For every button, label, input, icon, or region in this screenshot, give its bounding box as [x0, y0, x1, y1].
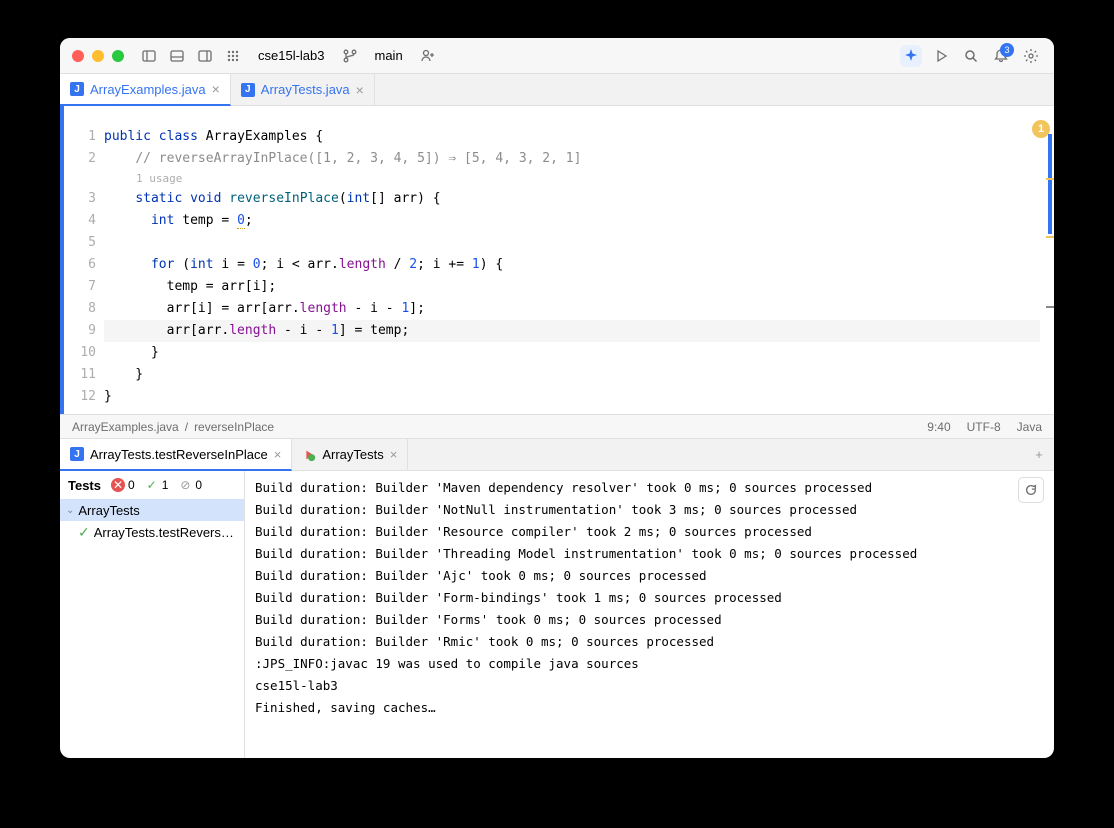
console-line: Build duration: Builder 'Threading Model… [255, 543, 1044, 565]
statusbar: ArrayExamples.java / reverseInPlace 9:40… [60, 414, 1054, 438]
breadcrumb[interactable]: ArrayExamples.java / reverseInPlace [72, 420, 274, 434]
editor-tab[interactable]: JArrayTests.java× [231, 74, 375, 105]
branch-name[interactable]: main [375, 48, 403, 63]
code-line[interactable] [104, 232, 1040, 254]
console-line: Build duration: Builder 'Rmic' took 0 ms… [255, 631, 1044, 653]
code-line[interactable]: } [104, 342, 1040, 364]
cursor-position[interactable]: 9:40 [927, 420, 950, 434]
editor[interactable]: 12 3456789101112 public class ArrayExamp… [60, 106, 1054, 414]
warning-marker[interactable] [1046, 178, 1054, 180]
code-area[interactable]: public class ArrayExamples { // reverseA… [104, 106, 1040, 414]
console-line: Finished, saving caches… [255, 697, 1044, 719]
file-encoding[interactable]: UTF-8 [967, 420, 1001, 434]
close-tab-icon[interactable]: × [356, 82, 364, 98]
tests-header: Tests ✕0 ✓1 ⊘0 [60, 471, 244, 499]
code-line[interactable]: static void reverseInPlace(int[] arr) { [104, 188, 1040, 210]
test-suite-node[interactable]: ⌄ ArrayTests [60, 499, 244, 521]
run-tab[interactable]: JArrayTests.testReverseInPlace× [60, 439, 292, 471]
console-line: cse15l-lab3 [255, 675, 1044, 697]
console-line: Build duration: Builder 'Resource compil… [255, 521, 1044, 543]
code-line[interactable]: for (int i = 0; i < arr.length / 2; i +=… [104, 254, 1040, 276]
panel-right-icon[interactable] [194, 45, 216, 67]
console-line: Build duration: Builder 'NotNull instrum… [255, 499, 1044, 521]
check-icon: ✓ [78, 524, 90, 541]
notification-count: 3 [1000, 43, 1014, 57]
close-window-button[interactable] [72, 50, 84, 62]
run-config-icon [302, 448, 316, 462]
error-stripe: 1 [1040, 106, 1054, 414]
panel-bottom-icon[interactable] [166, 45, 188, 67]
ignored-count[interactable]: ⊘0 [178, 478, 202, 492]
code-line[interactable]: arr[arr.length - i - 1] = temp; [104, 320, 1040, 342]
close-tab-icon[interactable]: × [390, 447, 398, 462]
code-line[interactable]: public class ArrayExamples { [104, 126, 1040, 148]
branch-icon[interactable] [339, 45, 361, 67]
close-tab-icon[interactable]: × [212, 81, 220, 97]
run-tabs: JArrayTests.testReverseInPlace×ArrayTest… [60, 439, 1054, 471]
maximize-window-button[interactable] [112, 50, 124, 62]
minimize-window-button[interactable] [92, 50, 104, 62]
passed-count[interactable]: ✓1 [145, 478, 169, 492]
editor-tabs: JArrayExamples.java×JArrayTests.java× [60, 74, 1054, 106]
notifications-icon[interactable]: 3 [990, 45, 1012, 67]
code-line[interactable]: int temp = 0; [104, 210, 1040, 232]
titlebar: cse15l-lab3 main 3 [60, 38, 1054, 74]
toolbar-right: 3 [900, 45, 1042, 67]
project-name[interactable]: cse15l-lab3 [258, 48, 325, 63]
failed-count[interactable]: ✕0 [111, 478, 135, 492]
code-line[interactable]: } [104, 386, 1040, 408]
test-case-node[interactable]: ✓ ArrayTests.testReverseInPlace [60, 521, 244, 543]
window-controls [72, 50, 124, 62]
close-tab-icon[interactable]: × [274, 447, 282, 462]
code-line[interactable]: arr[i] = arr[arr.length - i - 1]; [104, 298, 1040, 320]
java-file-icon: J [70, 447, 84, 461]
console-line: :JPS_INFO:javac 19 was used to compile j… [255, 653, 1044, 675]
java-file-icon: J [70, 82, 84, 96]
console-line: Build duration: Builder 'Ajc' took 0 ms;… [255, 565, 1044, 587]
ide-window: cse15l-lab3 main 3 JArrayExamples.java×J… [60, 38, 1054, 758]
caret-marker [1046, 306, 1054, 308]
warning-marker[interactable] [1046, 236, 1054, 238]
code-line[interactable]: // reverseArrayInPlace([1, 2, 3, 4, 5]) … [104, 148, 1040, 170]
apps-icon[interactable] [222, 45, 244, 67]
search-icon[interactable] [960, 45, 982, 67]
console-line: Build duration: Builder 'Form-bindings' … [255, 587, 1044, 609]
console-output[interactable]: Build duration: Builder 'Maven dependenc… [245, 471, 1054, 758]
java-file-icon: J [241, 83, 255, 97]
run-tab[interactable]: ArrayTests× [292, 439, 408, 470]
test-tree: Tests ✕0 ✓1 ⊘0 ⌄ ArrayTests ✓ ArrayTests… [60, 471, 245, 758]
line-numbers: 12 3456789101112 [64, 106, 104, 414]
code-line[interactable]: temp = arr[i]; [104, 276, 1040, 298]
file-language[interactable]: Java [1017, 420, 1042, 434]
settings-icon[interactable] [1020, 45, 1042, 67]
run-icon[interactable] [930, 45, 952, 67]
ai-assistant-icon[interactable] [900, 45, 922, 67]
toolbar-left-icons [138, 45, 244, 67]
add-user-icon[interactable] [417, 45, 439, 67]
console-line: Build duration: Builder 'Forms' took 0 m… [255, 609, 1044, 631]
code-line[interactable]: } [104, 364, 1040, 386]
editor-tab[interactable]: JArrayExamples.java× [60, 74, 231, 106]
chevron-down-icon: ⌄ [66, 505, 74, 516]
panel-left-icon[interactable] [138, 45, 160, 67]
add-tab-button[interactable]: + [1024, 439, 1054, 470]
run-panel: JArrayTests.testReverseInPlace×ArrayTest… [60, 438, 1054, 758]
rerun-button[interactable] [1018, 477, 1044, 503]
console-line: Build duration: Builder 'Maven dependenc… [255, 477, 1044, 499]
